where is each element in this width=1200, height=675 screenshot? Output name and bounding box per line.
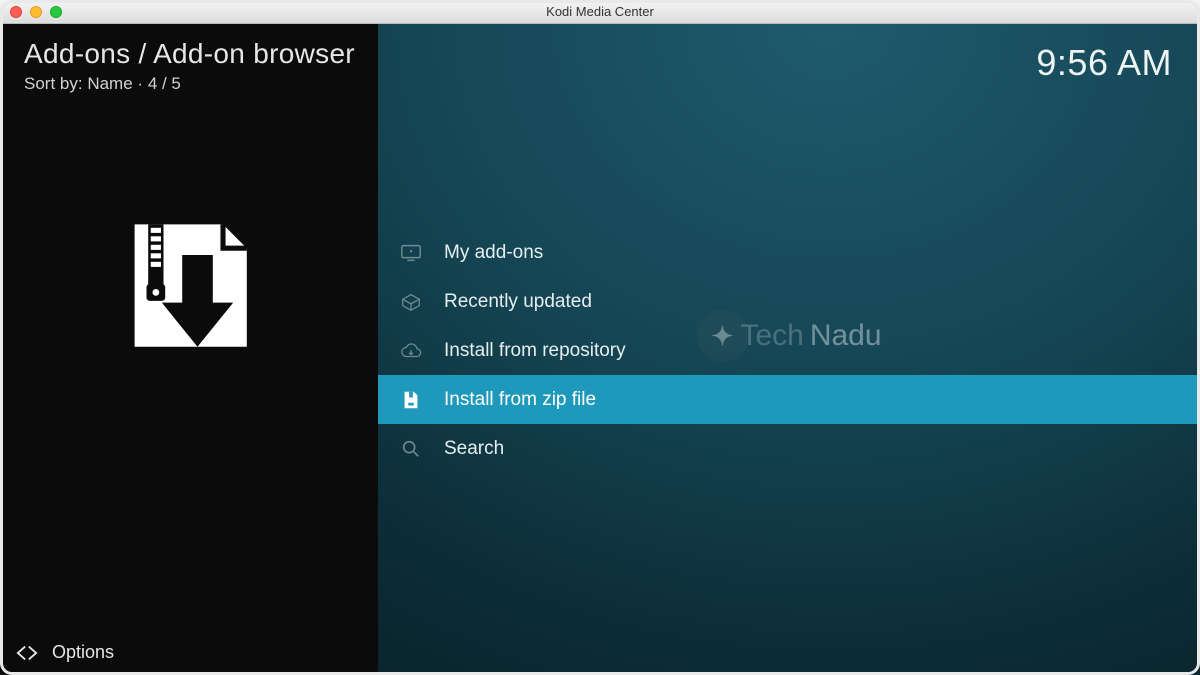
zip-file-icon [400,389,422,411]
menu-item-recently-updated[interactable]: Recently updated [378,277,1200,326]
sort-separator: · [137,74,147,93]
addon-browser-menu: My add-ons Recently updated Install from… [378,228,1200,473]
menu-item-label: Install from repository [444,340,626,362]
options-arrows-icon [16,644,38,662]
minimize-window-button[interactable] [30,6,42,18]
mac-titlebar: Kodi Media Center [0,0,1200,24]
cloud-download-icon [400,340,422,362]
traffic-lights [10,6,62,18]
sort-label: Sort by: [24,74,83,93]
menu-item-install-from-repository[interactable]: Install from repository [378,326,1200,375]
monitor-icon [400,242,422,264]
sort-line: Sort by: Name · 4 / 5 [0,70,181,94]
sidebar: Add-ons / Add-on browser Sort by: Name ·… [0,24,378,675]
search-icon [400,438,422,460]
menu-item-label: Install from zip file [444,389,596,411]
app-root: Add-ons / Add-on browser Sort by: Name ·… [0,24,1200,675]
close-window-button[interactable] [10,6,22,18]
menu-item-label: My add-ons [444,242,543,264]
breadcrumb: Add-ons / Add-on browser [0,24,355,70]
open-box-icon [400,291,422,313]
list-position: 4 / 5 [148,74,181,93]
menu-item-label: Recently updated [444,291,592,313]
sort-value: Name [87,74,132,93]
content-panel: 9:56 AM ✦ TechNadu My add-ons Recently u… [378,24,1200,675]
menu-item-search[interactable]: Search [378,424,1200,473]
menu-item-label: Search [444,438,504,460]
options-button[interactable]: Options [16,642,114,663]
clock: 9:56 AM [1036,42,1172,84]
maximize-window-button[interactable] [50,6,62,18]
options-label: Options [52,642,114,663]
menu-item-install-from-zip[interactable]: Install from zip file [378,375,1200,424]
menu-item-my-addons[interactable]: My add-ons [378,228,1200,277]
zip-file-download-icon [104,204,274,374]
window-title: Kodi Media Center [546,4,654,19]
